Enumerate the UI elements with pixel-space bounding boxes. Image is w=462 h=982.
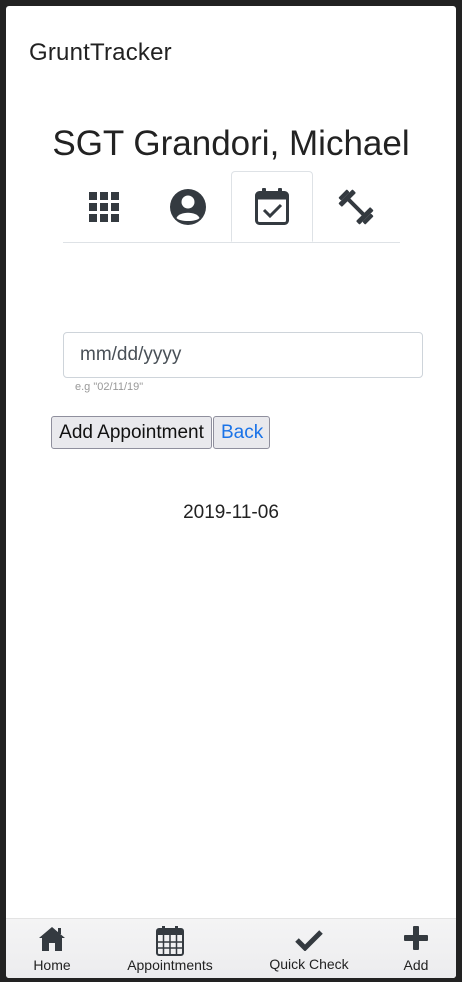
nav-appointments-label: Appointments [127, 957, 213, 973]
bottom-nav: Home Appointments Quick Check Add [6, 918, 456, 978]
calendar-check-icon [255, 187, 289, 225]
nav-add[interactable]: Add [396, 919, 436, 978]
calendar-icon [156, 926, 184, 956]
nav-home[interactable]: Home [25, 919, 79, 978]
home-icon [39, 927, 65, 951]
tab-appointments[interactable] [231, 171, 313, 242]
tab-profile[interactable] [147, 171, 229, 242]
user-circle-icon [170, 188, 206, 225]
grid-icon [89, 191, 119, 222]
date-format-hint: e.g "02/11/19" [75, 381, 144, 393]
appointment-date: 2019-11-06 [183, 502, 279, 523]
nav-quick-check[interactable]: Quick Check [262, 919, 356, 978]
dumbbell-icon [338, 189, 374, 224]
back-button[interactable]: Back [213, 416, 270, 449]
check-icon [295, 930, 323, 951]
app-title: GruntTracker [29, 39, 172, 66]
add-appointment-button[interactable]: Add Appointment [51, 416, 212, 449]
nav-add-label: Add [403, 957, 429, 973]
nav-home-label: Home [33, 957, 71, 973]
nav-quick-check-label: Quick Check [269, 956, 349, 972]
soldier-name: SGT Grandori, Michael [52, 124, 410, 163]
plus-icon [404, 926, 428, 950]
nav-appointments[interactable]: Appointments [120, 919, 220, 978]
tab-overview[interactable] [63, 171, 145, 242]
tab-fitness[interactable] [315, 171, 397, 242]
app-screen: GruntTracker SGT Grandori, Michael mm/dd… [6, 6, 456, 978]
profile-tabs [63, 171, 400, 243]
appointment-date-input[interactable] [63, 332, 423, 378]
